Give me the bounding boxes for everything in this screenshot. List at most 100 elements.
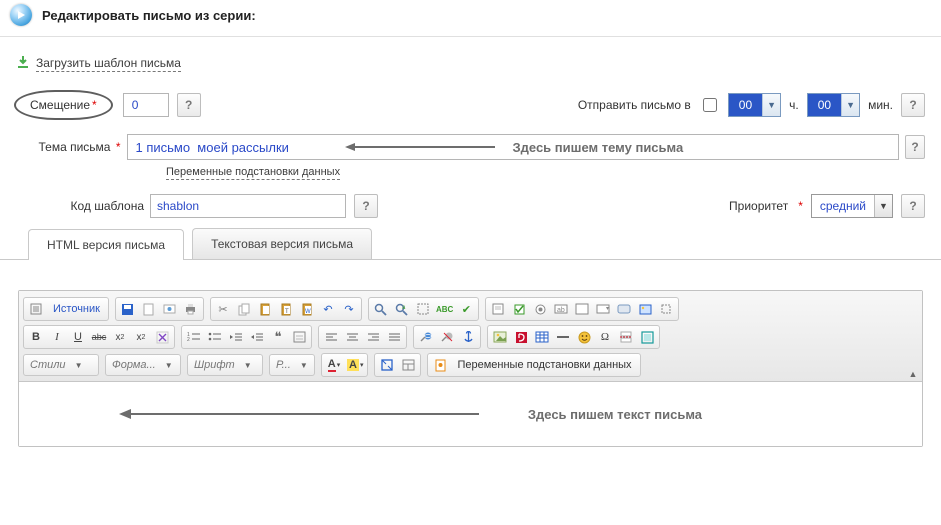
tab-html-version[interactable]: HTML версия письма [28,229,184,260]
template-code-help-button[interactable]: ? [354,194,378,218]
unlink-icon[interactable] [437,327,457,347]
priority-help-button[interactable]: ? [901,194,925,218]
svg-text:W: W [305,309,311,315]
iframe-icon[interactable] [637,327,657,347]
subject-help-button[interactable]: ? [905,135,925,159]
italic-icon[interactable]: I [47,327,67,347]
load-template-link[interactable]: Загрузить шаблон письма [36,56,181,72]
subject-vars-link[interactable]: Переменные подстановки данных [166,166,340,180]
subject-label: Тема письма [39,140,111,154]
form-icon[interactable] [488,299,508,319]
subject-input[interactable] [127,134,899,160]
indent-icon[interactable] [247,327,267,347]
image-button-icon[interactable] [635,299,655,319]
strike-icon[interactable]: abc [89,327,109,347]
select-field-icon[interactable] [593,299,613,319]
align-justify-icon[interactable] [384,327,404,347]
editor-body-hint: Здесь пишем текст письма [528,407,702,422]
paste-word-icon[interactable]: W [297,299,317,319]
align-right-icon[interactable] [363,327,383,347]
show-blocks-icon[interactable] [398,355,418,375]
numbered-list-icon[interactable]: 12 [184,327,204,347]
maximize-icon[interactable] [377,355,397,375]
play-icon [10,4,32,26]
minutes-unit: мин. [868,98,893,112]
svg-text:2: 2 [187,337,190,343]
radio-field-icon[interactable] [530,299,550,319]
send-at-checkbox[interactable] [703,98,717,112]
superscript-icon[interactable]: x2 [131,327,151,347]
template-doc-icon[interactable] [430,355,450,375]
find-icon[interactable] [371,299,391,319]
arrow-left-icon [119,408,479,420]
subscript-icon[interactable]: x2 [110,327,130,347]
offset-help-button[interactable]: ? [177,93,201,117]
chevron-down-icon: ▼ [841,94,859,116]
select-all-icon[interactable] [413,299,433,319]
blockquote-icon[interactable]: ❝ [268,327,288,347]
size-combo[interactable]: Р...▼ [269,354,315,376]
tab-text-version[interactable]: Текстовая версия письма [192,228,372,259]
paste-icon[interactable] [255,299,275,319]
align-left-icon[interactable] [321,327,341,347]
style-combo[interactable]: Стили▼ [23,354,99,376]
font-combo[interactable]: Шрифт▼ [187,354,263,376]
print-icon[interactable] [181,299,201,319]
hidden-field-icon[interactable] [656,299,676,319]
underline-icon[interactable]: U [68,327,88,347]
undo-icon[interactable]: ↶ [318,299,338,319]
replace-icon[interactable]: a [392,299,412,319]
required-asterisk: * [92,98,97,112]
paste-text-icon[interactable]: T [276,299,296,319]
table-icon[interactable] [532,327,552,347]
send-at-label: Отправить письмо в [578,98,691,112]
download-icon [16,55,30,72]
source-button[interactable]: Источник [47,299,106,319]
send-hour-select[interactable]: 00 ▼ [728,93,781,117]
spellcheck-icon[interactable]: ✔ [456,299,476,319]
chevron-down-icon: ▼ [874,195,892,217]
align-center-icon[interactable] [342,327,362,347]
priority-select[interactable]: средний ▼ [811,194,893,218]
text-color-icon[interactable]: A▾ [324,355,344,375]
format-combo[interactable]: Форма...▼ [105,354,181,376]
send-minute-select[interactable]: 00 ▼ [807,93,860,117]
offset-input[interactable] [123,93,169,117]
textarea-field-icon[interactable] [572,299,592,319]
vars-button[interactable]: Переменные подстановки данных [451,355,637,375]
anchor-icon[interactable] [458,327,478,347]
hr-icon[interactable] [553,327,573,347]
template-code-input[interactable] [150,194,346,218]
outdent-icon[interactable] [226,327,246,347]
flash-icon[interactable] [511,327,531,347]
button-field-icon[interactable] [614,299,634,319]
hours-unit: ч. [789,98,799,112]
bold-icon[interactable]: B [26,327,46,347]
required-asterisk: * [116,140,121,154]
image-icon[interactable] [490,327,510,347]
text-field-icon[interactable]: ab [551,299,571,319]
collapse-toolbar-icon[interactable]: ▲ [906,369,920,379]
bullet-list-icon[interactable] [205,327,225,347]
link-icon[interactable] [416,327,436,347]
page-break-icon[interactable] [616,327,636,347]
remove-format-icon[interactable] [152,327,172,347]
redo-icon[interactable]: ↷ [339,299,359,319]
save-icon[interactable] [118,299,138,319]
div-icon[interactable] [289,327,309,347]
cut-icon[interactable]: ✂ [213,299,233,319]
source-icon[interactable] [26,299,46,319]
special-char-icon[interactable]: Ω [595,327,615,347]
preview-icon[interactable] [160,299,180,319]
copy-icon[interactable] [234,299,254,319]
editor-body[interactable]: Здесь пишем текст письма [19,382,922,446]
smiley-icon[interactable] [574,327,594,347]
bg-color-icon[interactable]: A▾ [345,355,365,375]
checkbox-field-icon[interactable] [509,299,529,319]
send-at-help-button[interactable]: ? [901,93,925,117]
new-page-icon[interactable] [139,299,159,319]
svg-text:ab: ab [557,307,565,314]
required-asterisk: * [798,199,803,213]
svg-text:T: T [285,309,289,315]
spellcheck-abc-icon[interactable]: ABC [434,299,455,319]
